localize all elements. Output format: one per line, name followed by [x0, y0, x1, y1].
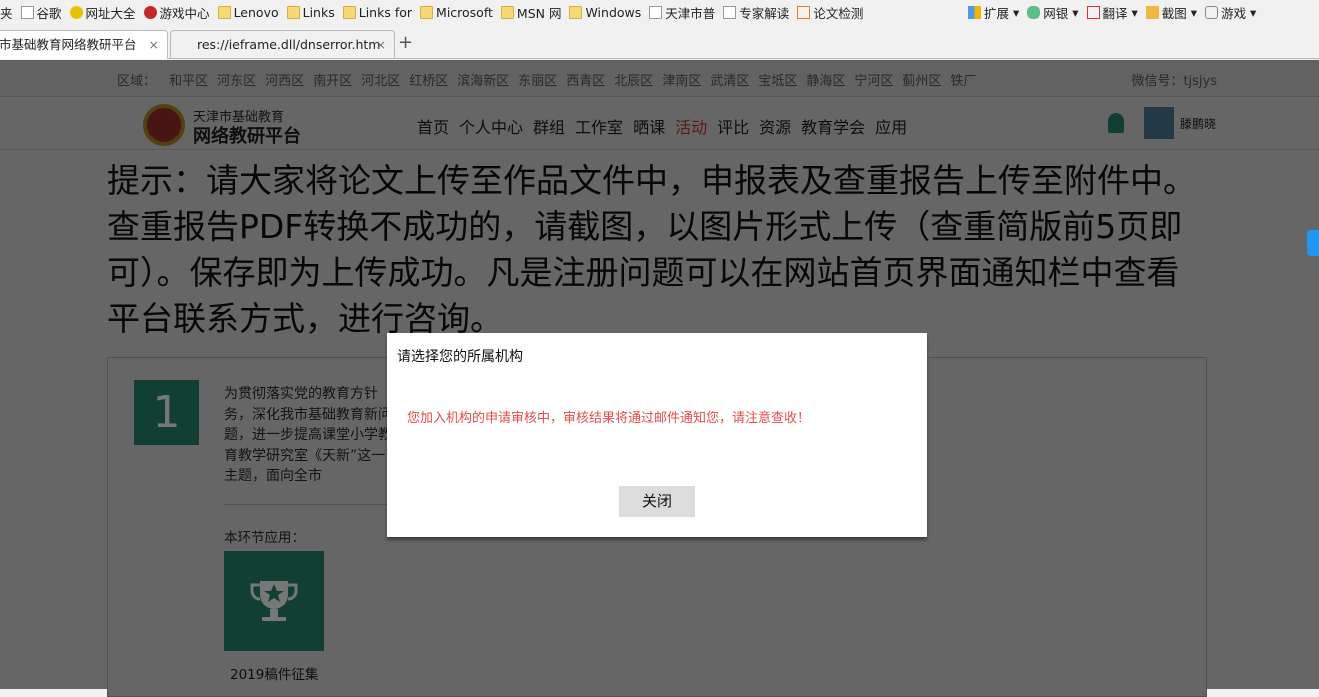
bookmark-microsoft[interactable]: Microsoft — [420, 5, 493, 20]
main-nav: 天津市基础教育 网络教研平台 首页 个人中心 群组 工作室 晒课 活动 评比 资源 教育学会 应用… — [0, 97, 1319, 150]
region-link[interactable]: 蓟州区 — [902, 74, 941, 89]
screenshot-button[interactable]: 截图 ▾ — [1145, 3, 1197, 22]
bookmark-msn[interactable]: MSN 网 — [500, 3, 561, 22]
region-link[interactable]: 武清区 — [710, 74, 749, 89]
nav-lessons[interactable]: 晒课 — [633, 118, 665, 137]
region-link[interactable]: 滨海新区 — [457, 74, 509, 89]
shield-icon — [1027, 5, 1041, 19]
nav-home[interactable]: 首页 — [417, 118, 449, 137]
app-tile[interactable] — [224, 551, 324, 651]
apps-label: 本环节应用： — [224, 530, 305, 546]
bookmark-google[interactable]: 谷歌 — [20, 3, 62, 22]
tab-strip: 市基础教育网络教研平台 × res://ieframe.dll/dnserror.… — [0, 30, 1319, 59]
bookmark-links[interactable]: Links — [286, 5, 335, 20]
extensions-button[interactable]: 扩展 ▾ — [968, 3, 1019, 22]
avatar[interactable] — [1144, 107, 1174, 139]
games-button[interactable]: 游戏 ▾ — [1205, 3, 1256, 22]
region-link[interactable]: 和平区 — [169, 74, 208, 89]
wechat-id: 微信号：tjsjys — [1131, 74, 1217, 89]
gamepad-icon — [1205, 5, 1219, 19]
nav-apps[interactable]: 应用 — [875, 118, 907, 137]
trophy-icon — [250, 581, 298, 621]
nav-activities[interactable]: 活动 — [675, 118, 707, 137]
username[interactable]: 滕鹏晓 — [1180, 115, 1216, 132]
region-link[interactable]: 西青区 — [566, 74, 605, 89]
plus-icon — [69, 5, 83, 19]
page-icon — [20, 5, 34, 19]
game-logo-icon — [143, 5, 157, 19]
app-name[interactable]: 2019稿件征集 — [230, 663, 318, 683]
folder-icon — [342, 5, 356, 19]
step-number: 1 — [134, 380, 199, 445]
close-button[interactable]: 关闭 — [619, 486, 695, 517]
folder-icon — [286, 5, 300, 19]
zhi-logo-icon — [797, 5, 811, 19]
region-link[interactable]: 北辰区 — [614, 74, 653, 89]
region-label: 区域： — [117, 74, 157, 89]
nav-evaluation[interactable]: 评比 — [717, 118, 749, 137]
tab-dnserror[interactable]: res://ieframe.dll/dnserror.htm × — [170, 30, 395, 59]
bookmark-expert[interactable]: 专家解读 — [723, 3, 789, 22]
nav-society[interactable]: 教育学会 — [801, 118, 865, 137]
tab-title: res://ieframe.dll/dnserror.htm — [197, 37, 381, 52]
close-icon[interactable]: × — [376, 31, 386, 58]
region-link[interactable]: 铁厂 — [950, 74, 976, 89]
translate-button[interactable]: 翻译 ▾ — [1086, 3, 1138, 22]
region-link[interactable]: 东丽区 — [518, 74, 557, 89]
bookmark-games[interactable]: 游戏中心 — [143, 3, 210, 22]
region-link[interactable]: 河西区 — [265, 74, 304, 89]
region-link[interactable]: 宁河区 — [854, 74, 893, 89]
emblem-icon — [143, 104, 185, 146]
folder-icon — [420, 5, 434, 19]
new-tab-button[interactable]: + — [398, 32, 413, 53]
bookmark[interactable]: 夹 — [0, 3, 13, 22]
logo-line2: 网络教研平台 — [193, 126, 301, 147]
folder-icon — [569, 5, 583, 19]
site-logo[interactable]: 天津市基础教育 网络教研平台 — [143, 104, 301, 147]
scissors-icon — [1145, 5, 1159, 19]
page-icon — [649, 5, 663, 19]
region-link[interactable]: 河北区 — [361, 74, 400, 89]
org-dialog: 请选择您的所属机构 您加入机构的申请审核中，审核结果将通过邮件通知您，请注意查收… — [387, 333, 927, 537]
grid-icon — [968, 5, 981, 19]
region-link[interactable]: 红桥区 — [409, 74, 448, 89]
step-description: 为贯彻落实党的教育方针务，深化我市基础教育新问题，进一步提高课堂小学教育教学研究… — [224, 386, 392, 484]
region-link[interactable]: 宝坻区 — [758, 74, 797, 89]
region-link[interactable]: 静海区 — [806, 74, 845, 89]
bookmark-links-for[interactable]: Links for — [342, 5, 412, 20]
folder-icon — [217, 5, 231, 19]
bookmark-tianjin[interactable]: 天津市普 — [649, 3, 715, 22]
share-side-tab[interactable] — [1307, 230, 1319, 256]
bookmark-url-nav[interactable]: 网址大全 — [69, 3, 136, 22]
close-icon[interactable]: × — [149, 31, 159, 58]
bookmark-paper-check[interactable]: 论文检测 — [797, 3, 863, 22]
translate-icon — [1086, 5, 1100, 19]
page-icon — [723, 5, 737, 19]
folder-icon — [500, 5, 514, 19]
dialog-message: 您加入机构的申请审核中，审核结果将通过邮件通知您，请注意查收！ — [407, 411, 811, 426]
nav-groups[interactable]: 群组 — [533, 118, 565, 137]
tab-active[interactable]: 市基础教育网络教研平台 × — [0, 30, 168, 59]
notice-text: 提示：请大家将论文上传至作品文件中，申报表及查重报告上传至附件中。查重报告PDF… — [107, 161, 1196, 338]
region-bar: 区域： 和平区 河东区 河西区 南开区 河北区 红桥区 滨海新区 东丽区 西青区 北辰区 津南区 武清… — [0, 60, 1319, 97]
region-link[interactable]: 津南区 — [662, 74, 701, 89]
region-link[interactable]: 南开区 — [313, 74, 352, 89]
bookmarks-bar: 夹 谷歌 网址大全 游戏中心 Lenovo Links Links for Mi… — [0, 0, 1319, 24]
tab-title: 市基础教育网络教研平台 — [0, 37, 137, 52]
dialog-title: 请选择您的所属机构 — [397, 349, 523, 365]
bookmark-windows[interactable]: Windows — [569, 5, 641, 20]
bookmark-lenovo[interactable]: Lenovo — [217, 5, 279, 20]
region-link[interactable]: 河东区 — [217, 74, 256, 89]
nav-studio[interactable]: 工作室 — [575, 118, 623, 137]
bank-button[interactable]: 网银 ▾ — [1027, 3, 1079, 22]
nav-resources[interactable]: 资源 — [759, 118, 791, 137]
nav-personal[interactable]: 个人中心 — [459, 118, 523, 137]
bell-icon[interactable] — [1108, 113, 1124, 133]
